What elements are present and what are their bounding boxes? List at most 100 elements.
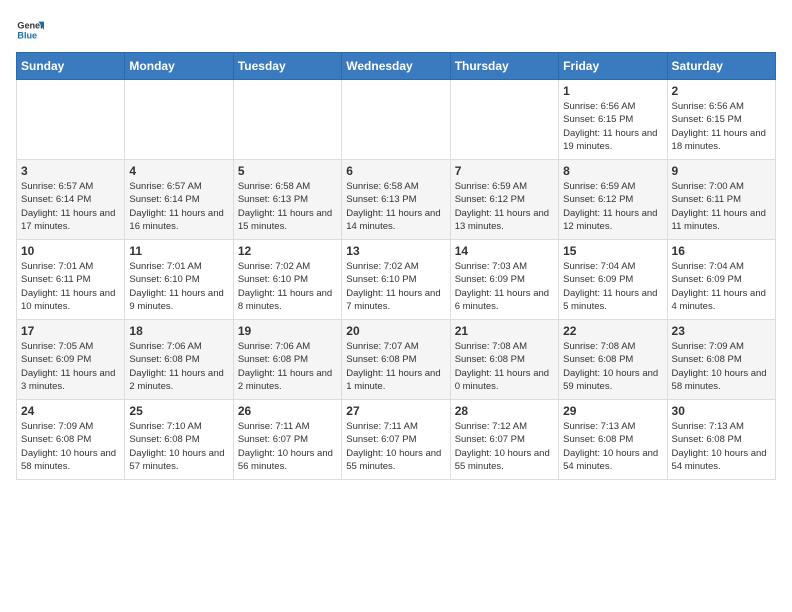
calendar-week-4: 17 Sunrise: 7:05 AM Sunset: 6:09 PM Dayli… [17,320,776,400]
calendar-cell: 9 Sunrise: 7:00 AM Sunset: 6:11 PM Daylig… [667,160,775,240]
weekday-header-tuesday: Tuesday [233,53,341,80]
day-number: 29 [563,404,662,418]
day-info: Sunrise: 7:04 AM Sunset: 6:09 PM Dayligh… [563,260,662,313]
day-info: Sunrise: 7:06 AM Sunset: 6:08 PM Dayligh… [129,340,228,393]
day-info: Sunrise: 6:57 AM Sunset: 6:14 PM Dayligh… [129,180,228,233]
day-info: Sunrise: 7:08 AM Sunset: 6:08 PM Dayligh… [563,340,662,393]
day-number: 24 [21,404,120,418]
day-number: 26 [238,404,337,418]
calendar-cell: 5 Sunrise: 6:58 AM Sunset: 6:13 PM Daylig… [233,160,341,240]
calendar-cell: 17 Sunrise: 7:05 AM Sunset: 6:09 PM Dayli… [17,320,125,400]
day-info: Sunrise: 7:13 AM Sunset: 6:08 PM Dayligh… [672,420,771,473]
calendar-cell: 24 Sunrise: 7:09 AM Sunset: 6:08 PM Dayli… [17,400,125,480]
calendar-cell: 2Sunrise: 6:56 AM Sunset: 6:15 PM Daylig… [667,80,775,160]
day-number: 23 [672,324,771,338]
day-info: Sunrise: 7:02 AM Sunset: 6:10 PM Dayligh… [346,260,445,313]
day-info: Sunrise: 7:11 AM Sunset: 6:07 PM Dayligh… [346,420,445,473]
calendar-cell [233,80,341,160]
day-info: Sunrise: 7:12 AM Sunset: 6:07 PM Dayligh… [455,420,554,473]
calendar-cell: 12Sunrise: 7:02 AM Sunset: 6:10 PM Dayli… [233,240,341,320]
day-number: 25 [129,404,228,418]
day-info: Sunrise: 7:08 AM Sunset: 6:08 PM Dayligh… [455,340,554,393]
day-info: Sunrise: 7:06 AM Sunset: 6:08 PM Dayligh… [238,340,337,393]
calendar-cell: 20 Sunrise: 7:07 AM Sunset: 6:08 PM Dayli… [342,320,450,400]
svg-text:Blue: Blue [17,30,37,40]
calendar-cell: 14Sunrise: 7:03 AM Sunset: 6:09 PM Dayli… [450,240,558,320]
calendar-cell: 10 Sunrise: 7:01 AM Sunset: 6:11 PM Dayli… [17,240,125,320]
day-number: 7 [455,164,554,178]
day-number: 27 [346,404,445,418]
day-number: 15 [563,244,662,258]
calendar-cell: 28 Sunrise: 7:12 AM Sunset: 6:07 PM Dayli… [450,400,558,480]
calendar-cell: 11 Sunrise: 7:01 AM Sunset: 6:10 PM Dayli… [125,240,233,320]
day-number: 17 [21,324,120,338]
calendar-cell: 26 Sunrise: 7:11 AM Sunset: 6:07 PM Dayli… [233,400,341,480]
calendar-cell: 13 Sunrise: 7:02 AM Sunset: 6:10 PM Dayli… [342,240,450,320]
calendar-cell: 16Sunrise: 7:04 AM Sunset: 6:09 PM Dayli… [667,240,775,320]
calendar-cell [450,80,558,160]
day-info: Sunrise: 7:01 AM Sunset: 6:10 PM Dayligh… [129,260,228,313]
calendar: SundayMondayTuesdayWednesdayThursdayFrid… [16,52,776,480]
day-number: 9 [672,164,771,178]
day-number: 4 [129,164,228,178]
day-number: 13 [346,244,445,258]
day-info: Sunrise: 7:07 AM Sunset: 6:08 PM Dayligh… [346,340,445,393]
calendar-cell: 6Sunrise: 6:58 AM Sunset: 6:13 PM Daylig… [342,160,450,240]
day-info: Sunrise: 7:09 AM Sunset: 6:08 PM Dayligh… [672,340,771,393]
day-info: Sunrise: 7:13 AM Sunset: 6:08 PM Dayligh… [563,420,662,473]
day-info: Sunrise: 6:56 AM Sunset: 6:15 PM Dayligh… [672,100,771,153]
calendar-cell: 29 Sunrise: 7:13 AM Sunset: 6:08 PM Dayli… [559,400,667,480]
day-number: 30 [672,404,771,418]
calendar-week-3: 10 Sunrise: 7:01 AM Sunset: 6:11 PM Dayli… [17,240,776,320]
day-number: 28 [455,404,554,418]
day-info: Sunrise: 7:10 AM Sunset: 6:08 PM Dayligh… [129,420,228,473]
weekday-header-friday: Friday [559,53,667,80]
day-info: Sunrise: 6:57 AM Sunset: 6:14 PM Dayligh… [21,180,120,233]
calendar-cell: 15 Sunrise: 7:04 AM Sunset: 6:09 PM Dayli… [559,240,667,320]
calendar-cell: 19Sunrise: 7:06 AM Sunset: 6:08 PM Dayli… [233,320,341,400]
calendar-week-1: 1Sunrise: 6:56 AM Sunset: 6:15 PM Daylig… [17,80,776,160]
calendar-cell: 4 Sunrise: 6:57 AM Sunset: 6:14 PM Daylig… [125,160,233,240]
day-number: 22 [563,324,662,338]
day-info: Sunrise: 6:58 AM Sunset: 6:13 PM Dayligh… [238,180,337,233]
day-number: 11 [129,244,228,258]
day-number: 8 [563,164,662,178]
calendar-cell [17,80,125,160]
day-number: 10 [21,244,120,258]
day-info: Sunrise: 6:59 AM Sunset: 6:12 PM Dayligh… [563,180,662,233]
page-header: General Blue [16,16,776,44]
calendar-cell: 22 Sunrise: 7:08 AM Sunset: 6:08 PM Dayli… [559,320,667,400]
logo-icon: General Blue [16,16,44,44]
day-number: 5 [238,164,337,178]
day-info: Sunrise: 7:01 AM Sunset: 6:11 PM Dayligh… [21,260,120,313]
day-number: 18 [129,324,228,338]
calendar-header-row: SundayMondayTuesdayWednesdayThursdayFrid… [17,53,776,80]
calendar-cell: 30 Sunrise: 7:13 AM Sunset: 6:08 PM Dayli… [667,400,775,480]
day-info: Sunrise: 7:05 AM Sunset: 6:09 PM Dayligh… [21,340,120,393]
day-number: 6 [346,164,445,178]
calendar-week-2: 3Sunrise: 6:57 AM Sunset: 6:14 PM Daylig… [17,160,776,240]
day-info: Sunrise: 6:59 AM Sunset: 6:12 PM Dayligh… [455,180,554,233]
calendar-cell [125,80,233,160]
day-info: Sunrise: 7:11 AM Sunset: 6:07 PM Dayligh… [238,420,337,473]
calendar-cell: 7 Sunrise: 6:59 AM Sunset: 6:12 PM Daylig… [450,160,558,240]
calendar-cell: 21 Sunrise: 7:08 AM Sunset: 6:08 PM Dayli… [450,320,558,400]
calendar-cell: 27 Sunrise: 7:11 AM Sunset: 6:07 PM Dayli… [342,400,450,480]
day-info: Sunrise: 6:56 AM Sunset: 6:15 PM Dayligh… [563,100,662,153]
calendar-cell: 25 Sunrise: 7:10 AM Sunset: 6:08 PM Dayli… [125,400,233,480]
weekday-header-thursday: Thursday [450,53,558,80]
day-info: Sunrise: 7:00 AM Sunset: 6:11 PM Dayligh… [672,180,771,233]
day-info: Sunrise: 7:02 AM Sunset: 6:10 PM Dayligh… [238,260,337,313]
day-number: 16 [672,244,771,258]
calendar-cell: 23 Sunrise: 7:09 AM Sunset: 6:08 PM Dayli… [667,320,775,400]
day-info: Sunrise: 7:09 AM Sunset: 6:08 PM Dayligh… [21,420,120,473]
weekday-header-monday: Monday [125,53,233,80]
calendar-cell: 1Sunrise: 6:56 AM Sunset: 6:15 PM Daylig… [559,80,667,160]
day-number: 21 [455,324,554,338]
day-number: 20 [346,324,445,338]
day-number: 14 [455,244,554,258]
weekday-header-saturday: Saturday [667,53,775,80]
calendar-week-5: 24 Sunrise: 7:09 AM Sunset: 6:08 PM Dayli… [17,400,776,480]
weekday-header-sunday: Sunday [17,53,125,80]
calendar-cell [342,80,450,160]
